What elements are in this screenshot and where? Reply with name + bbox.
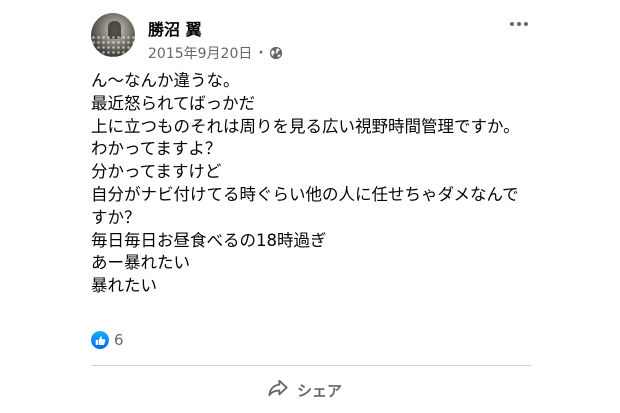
like-count: 6	[114, 331, 124, 349]
share-button[interactable]: シェア	[267, 375, 342, 405]
post-text-line: あー暴れたい	[91, 253, 190, 273]
post-body: ん〜なんか違うな。 最近怒られてばっかだ 上に立つものそれは周りを見る広い視野時…	[91, 70, 541, 298]
post-text-line: すか？	[91, 207, 141, 227]
post-text-line: ん〜なんか違うな。	[91, 71, 240, 90]
post-text-line: 最近怒られてばっかだ	[91, 93, 256, 113]
post-text-line: 上に立つものそれは周りを見る広い視野時間管理ですか。	[91, 116, 520, 136]
post-card: 勝沼 翼 2015年9月20日 · ん〜なんか違うな。 最近怒られてばっかだ 上…	[77, 0, 543, 413]
author-name[interactable]: 勝沼 翼	[148, 16, 202, 40]
more-dot	[524, 22, 528, 26]
more-dot	[510, 22, 514, 26]
action-divider	[91, 365, 531, 366]
reaction-summary[interactable]: 6	[91, 331, 124, 349]
avatar[interactable]	[91, 13, 135, 57]
share-label: シェア	[297, 381, 343, 400]
more-dot	[517, 22, 521, 26]
post-text-line: 毎日毎日お昼食べるの18時過ぎ	[91, 230, 327, 250]
post-date[interactable]: 2015年9月20日	[148, 43, 252, 63]
post-text-line: 自分がナビ付けてる時ぐらい他の人に任せちゃダメなんで	[91, 184, 519, 204]
post-text-line: 暴れたい	[91, 276, 157, 296]
share-icon	[267, 378, 289, 402]
more-options-button[interactable]	[507, 14, 531, 34]
post-meta: 2015年9月20日 ·	[148, 43, 283, 63]
meta-separator: ·	[258, 45, 264, 61]
like-icon	[91, 331, 109, 349]
avatar-lights	[91, 35, 135, 57]
post-text-line: わかってますよ？	[91, 139, 222, 159]
globe-icon	[269, 46, 283, 60]
post-text-line: 分かってますけど	[91, 162, 222, 182]
